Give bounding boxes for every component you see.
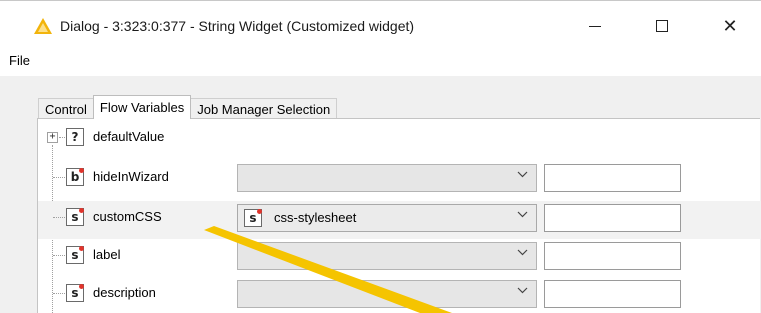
chevron-down-icon bbox=[517, 211, 528, 218]
maximize-button[interactable] bbox=[639, 9, 685, 43]
tree-row-defaultvalue: + ? defaultValue bbox=[38, 121, 761, 159]
title-bar: Dialog - 3:323:0:377 - String Widget (Cu… bbox=[0, 0, 761, 44]
variable-output-field[interactable] bbox=[544, 204, 681, 232]
close-icon: ✕ bbox=[722, 15, 738, 36]
string-type-icon: s bbox=[66, 208, 84, 226]
tree-branch-line bbox=[53, 293, 65, 294]
flow-variables-panel: + ? defaultValue b hideInWizard s custom… bbox=[37, 118, 761, 313]
minimize-icon bbox=[589, 25, 601, 27]
flow-variable-dropdown[interactable]: s css-stylesheet bbox=[237, 204, 537, 232]
tree-row-customcss: s customCSS s css-stylesheet bbox=[38, 201, 761, 239]
variable-output-field[interactable] bbox=[544, 280, 681, 308]
chevron-down-icon bbox=[517, 249, 528, 256]
variable-name: description bbox=[93, 285, 156, 300]
string-type-icon: s bbox=[66, 246, 84, 264]
window-title: Dialog - 3:323:0:377 - String Widget (Cu… bbox=[60, 18, 415, 34]
variable-name: label bbox=[93, 247, 121, 262]
dialog-client-area: Control Flow Variables Job Manager Selec… bbox=[0, 76, 761, 313]
flow-variable-dropdown[interactable] bbox=[237, 242, 537, 270]
variable-name: hideInWizard bbox=[93, 169, 169, 184]
tab-control[interactable]: Control bbox=[38, 98, 94, 119]
string-type-icon: s bbox=[66, 284, 84, 302]
boolean-type-icon: b bbox=[66, 168, 84, 186]
variable-output-field[interactable] bbox=[544, 242, 681, 270]
tree-row-label: s label bbox=[38, 239, 761, 277]
flow-variable-dropdown[interactable] bbox=[237, 164, 537, 192]
chevron-down-icon bbox=[517, 287, 528, 294]
expand-icon[interactable]: + bbox=[47, 132, 58, 143]
menu-item-file[interactable]: File bbox=[9, 53, 30, 68]
flow-variable-dropdown[interactable] bbox=[237, 280, 537, 308]
string-type-icon: s bbox=[244, 209, 262, 227]
tree-row-description: s description bbox=[38, 277, 761, 313]
minimize-button[interactable] bbox=[572, 9, 618, 43]
variable-name: defaultValue bbox=[93, 129, 165, 144]
close-button[interactable]: ✕ bbox=[707, 9, 753, 43]
tab-strip: Control Flow Variables Job Manager Selec… bbox=[38, 95, 338, 119]
variable-output-field[interactable] bbox=[544, 164, 681, 192]
tree-branch-line bbox=[59, 137, 65, 138]
warning-triangle-icon bbox=[34, 18, 52, 34]
tree-row-hideinwizard: b hideInWizard bbox=[38, 161, 761, 199]
dropdown-value: css-stylesheet bbox=[274, 210, 357, 225]
chevron-down-icon bbox=[517, 171, 528, 178]
unknown-type-icon: ? bbox=[66, 128, 84, 146]
tab-job-manager-selection[interactable]: Job Manager Selection bbox=[190, 98, 338, 119]
maximize-icon bbox=[656, 20, 668, 32]
menu-bar: File bbox=[0, 44, 761, 76]
variable-name: customCSS bbox=[93, 209, 162, 224]
tab-flow-variables[interactable]: Flow Variables bbox=[92, 95, 192, 119]
tree-branch-line bbox=[53, 177, 65, 178]
tree-branch-line bbox=[53, 217, 65, 218]
tree-branch-line bbox=[53, 255, 65, 256]
